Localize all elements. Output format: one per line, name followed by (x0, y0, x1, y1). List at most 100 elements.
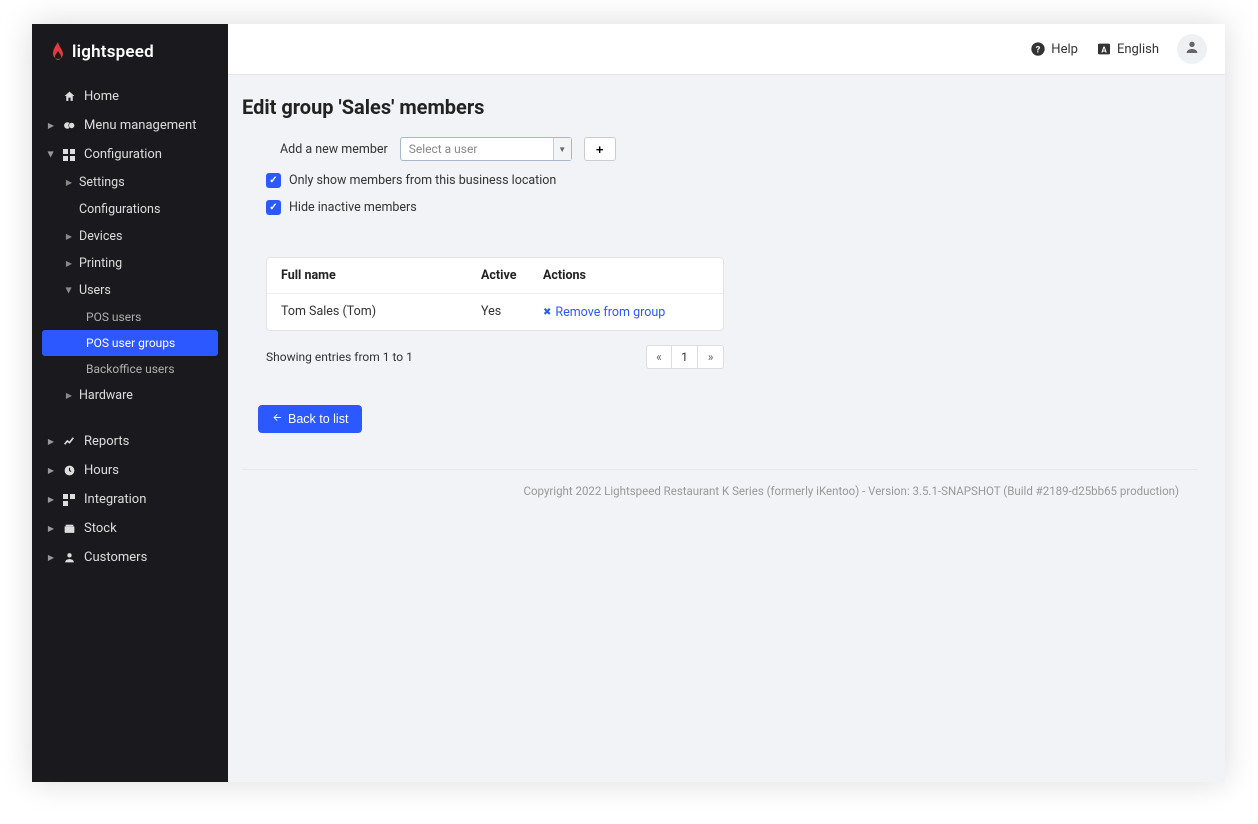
nav-label: Settings (79, 175, 125, 190)
nav-label: Customers (84, 550, 147, 565)
chevron-down-icon: ▼ (553, 138, 571, 160)
nav-label: Integration (84, 492, 146, 507)
caret-icon: ▶ (64, 259, 74, 268)
table-row: Tom Sales (Tom) Yes ✖ Remove from group (267, 294, 723, 330)
caret-down-icon: ▶ (47, 150, 56, 160)
pagination: « 1 » (646, 345, 724, 369)
remove-label: Remove from group (555, 305, 665, 320)
nav-label: Reports (84, 434, 129, 449)
nav-label: Configuration (84, 147, 162, 162)
help-label: Help (1051, 42, 1078, 57)
col-active: Active (481, 268, 543, 283)
nav-customers[interactable]: ▶ Customers (32, 543, 228, 572)
nav: Home ▶ Menu management ▶ Configuration ▶… (32, 76, 228, 782)
add-member-row: Add a new member Select a user ▼ + (242, 137, 1197, 161)
svg-text:A: A (1101, 45, 1107, 54)
main: ? Help A English Edit group 'Sales' memb… (228, 24, 1225, 782)
col-fullname: Full name (281, 268, 481, 283)
caret-icon: ▶ (46, 553, 56, 562)
caret-icon: ▶ (46, 495, 56, 504)
nav-settings[interactable]: ▶ Settings (32, 169, 228, 196)
user-icon (60, 551, 78, 564)
nav-label: Configurations (79, 202, 160, 217)
back-to-list-button[interactable]: Back to list (258, 405, 362, 433)
close-icon: ✖ (543, 307, 551, 318)
caret-icon: ▶ (46, 437, 56, 446)
user-avatar[interactable] (1177, 34, 1207, 64)
checkbox-inactive[interactable]: ✓ (266, 200, 281, 215)
nav-backoffice-users[interactable]: Backoffice users (32, 356, 228, 382)
nav-stock[interactable]: ▶ Stock (32, 514, 228, 543)
checkbox-label: Only show members from this business loc… (289, 173, 556, 188)
table-header: Full name Active Actions (267, 258, 723, 294)
brand-text: lightspeed (72, 42, 154, 62)
chart-icon (60, 435, 78, 448)
nav-label: POS users (86, 310, 141, 324)
select-placeholder: Select a user (401, 142, 553, 156)
caret-icon: ▶ (46, 466, 56, 475)
add-button[interactable]: + (584, 137, 616, 161)
nav-configurations[interactable]: Configurations (32, 196, 228, 223)
clock-icon (60, 464, 78, 477)
caret-icon: ▶ (46, 524, 56, 533)
nav-pos-user-groups[interactable]: POS user groups (42, 330, 218, 356)
caret-icon: ▶ (46, 121, 56, 130)
checkbox-location[interactable]: ✓ (266, 173, 281, 188)
integration-icon (60, 494, 78, 506)
nav-label: Stock (84, 521, 117, 536)
flame-icon (50, 42, 66, 62)
stock-icon (60, 522, 78, 535)
nav-label: Hardware (79, 388, 133, 403)
caret-icon: ▶ (64, 178, 74, 187)
nav-hardware[interactable]: ▶ Hardware (32, 382, 228, 409)
nav-label: Backoffice users (86, 362, 175, 376)
showing-text: Showing entries from 1 to 1 (266, 350, 413, 364)
home-icon (60, 90, 78, 103)
filter-inactive: ✓ Hide inactive members (266, 200, 1197, 215)
header: ? Help A English (228, 24, 1225, 75)
content: Edit group 'Sales' members Add a new mem… (228, 75, 1225, 782)
footer: Copyright 2022 Lightspeed Restaurant K S… (242, 469, 1197, 512)
nav-label: Menu management (84, 118, 196, 133)
cell-name: Tom Sales (Tom) (281, 304, 481, 320)
help-icon: ? (1030, 41, 1046, 57)
add-member-label: Add a new member (280, 142, 388, 157)
pager-prev[interactable]: « (646, 345, 672, 369)
nav-reports[interactable]: ▶ Reports (32, 427, 228, 456)
pager-page[interactable]: 1 (672, 345, 698, 369)
plus-icon: + (596, 142, 604, 157)
remove-from-group-link[interactable]: ✖ Remove from group (543, 305, 665, 320)
nav-pos-users[interactable]: POS users (32, 304, 228, 330)
checkbox-label: Hide inactive members (289, 200, 417, 215)
user-select[interactable]: Select a user ▼ (400, 137, 572, 161)
caret-down-icon: ▶ (65, 286, 74, 296)
language-icon: A (1096, 41, 1112, 57)
nav-hours[interactable]: ▶ Hours (32, 456, 228, 485)
nav-label: POS user groups (86, 336, 175, 350)
nav-devices[interactable]: ▶ Devices (32, 223, 228, 250)
pager-next[interactable]: » (698, 345, 724, 369)
nav-label: Printing (79, 256, 122, 271)
svg-text:?: ? (1036, 44, 1041, 55)
nav-printing[interactable]: ▶ Printing (32, 250, 228, 277)
page-title: Edit group 'Sales' members (242, 95, 1197, 119)
nav-menu-management[interactable]: ▶ Menu management (32, 111, 228, 140)
pagination-row: Showing entries from 1 to 1 « 1 » (266, 345, 724, 369)
sidebar: lightspeed Home ▶ Menu management ▶ (32, 24, 228, 782)
filter-location: ✓ Only show members from this business l… (266, 173, 1197, 188)
nav-label: Users (79, 283, 111, 298)
caret-icon: ▶ (64, 391, 74, 400)
menu-icon (60, 119, 78, 132)
back-label: Back to list (288, 412, 348, 426)
nav-users[interactable]: ▶ Users (32, 277, 228, 304)
nav-home[interactable]: Home (32, 82, 228, 111)
grid-icon (60, 149, 78, 161)
col-actions: Actions (543, 268, 709, 283)
nav-integration[interactable]: ▶ Integration (32, 485, 228, 514)
members-table: Full name Active Actions Tom Sales (Tom)… (266, 257, 724, 331)
language-selector[interactable]: A English (1096, 41, 1159, 57)
nav-configuration[interactable]: ▶ Configuration (32, 140, 228, 169)
arrow-left-icon (272, 412, 283, 426)
help-link[interactable]: ? Help (1030, 41, 1078, 57)
user-icon (1184, 39, 1200, 59)
